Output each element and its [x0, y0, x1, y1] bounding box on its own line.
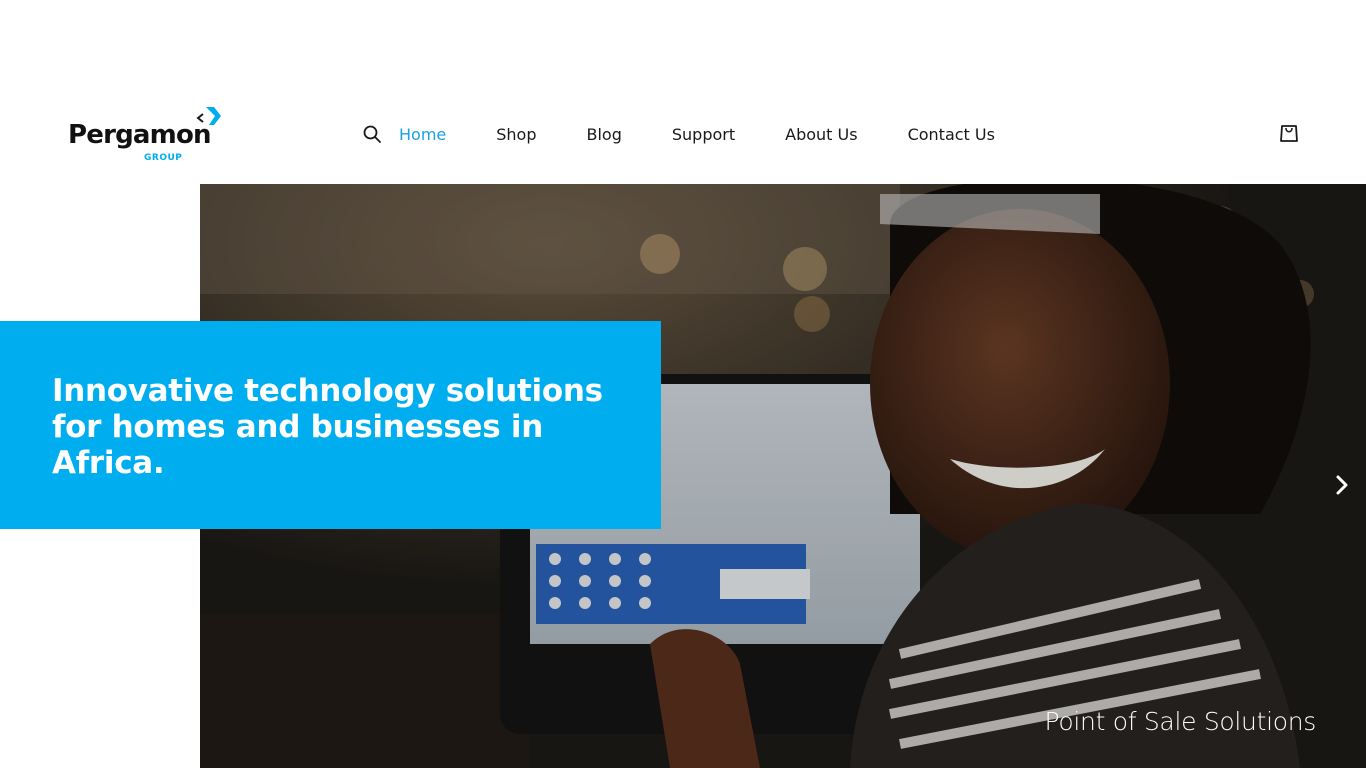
hero-tagline: Innovative technology solutions for home… [52, 373, 603, 481]
chevron-right-icon[interactable] [1330, 472, 1354, 498]
pergamon-logo[interactable]: Pergamon GROUP [68, 104, 228, 166]
logo-wordmark: Pergamon [68, 120, 212, 150]
nav-support[interactable]: Support [672, 125, 735, 144]
main-navigation: Home Shop Blog Support About Us Contact … [399, 123, 995, 145]
nav-shop[interactable]: Shop [496, 125, 536, 144]
nav-home[interactable]: Home [399, 125, 446, 144]
logo-subtitle: GROUP [144, 153, 183, 163]
nav-about-us[interactable]: About Us [785, 125, 857, 144]
nav-blog[interactable]: Blog [587, 125, 622, 144]
hero-tagline-panel: Innovative technology solutions for home… [0, 321, 661, 529]
slide-caption: Point of Sale Solutions [1044, 707, 1317, 736]
search-icon[interactable] [362, 124, 382, 144]
shopping-bag-icon[interactable] [1279, 122, 1299, 144]
nav-contact-us[interactable]: Contact Us [908, 125, 995, 144]
